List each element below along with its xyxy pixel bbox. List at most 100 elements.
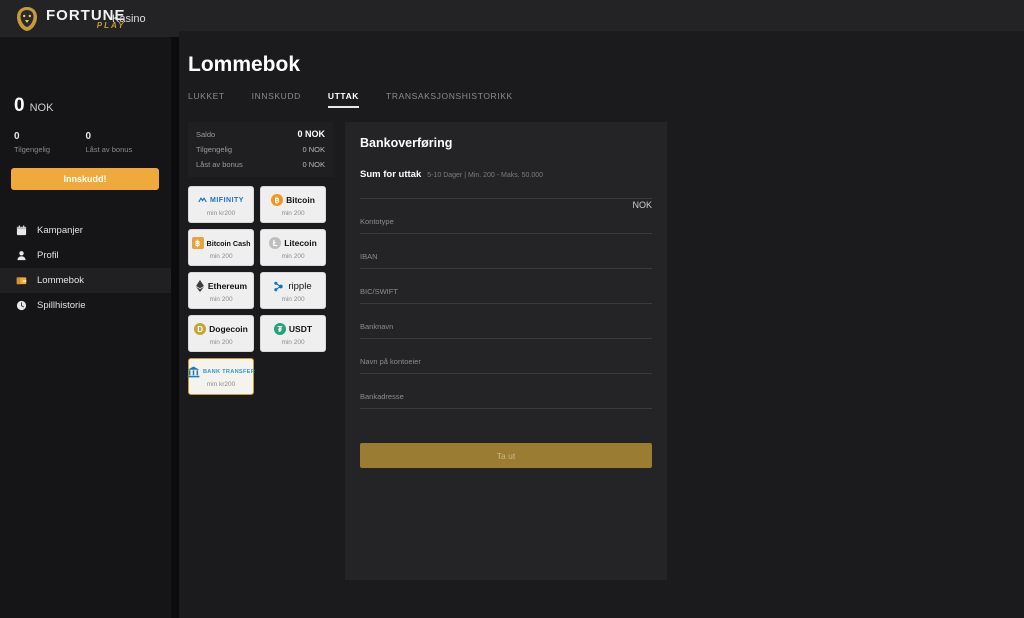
balance-row-tilgengelig: Tilgengelig 0 NOK <box>196 145 325 154</box>
sidebar-locked-label: Låst av bonus <box>85 145 133 154</box>
bic-swift-input[interactable] <box>360 292 652 302</box>
amount-field-wrap: NOK <box>360 187 652 210</box>
sidebar-item-profil[interactable]: Profil <box>0 243 171 268</box>
clock-icon <box>13 300 29 311</box>
deposit-button[interactable]: Innskudd! <box>11 168 159 190</box>
balance-row-label: Låst av bonus <box>196 160 243 169</box>
payment-method-min: min 200 <box>281 338 305 346</box>
page-title: Lommebok <box>188 53 301 76</box>
balance-row-label: Saldo <box>196 130 216 139</box>
mifinity-logo: MIFINITY <box>198 193 244 208</box>
tab-lukket[interactable]: LUKKET <box>188 91 225 108</box>
wallet-content: Saldo 0 NOK Tilgengelig 0 NOK Låst av bo… <box>179 108 1024 580</box>
sidebar-locked: 0 Låst av bonus <box>86 131 158 154</box>
payment-method-litecoin[interactable]: Ł Litecoin min 200 <box>260 229 326 266</box>
tab-uttak[interactable]: UTTAK <box>327 91 360 108</box>
tab-transaksjonshistorikk[interactable]: TRANSAKSJONSHISTORIKK <box>386 91 513 108</box>
sidebar-item-kampanjer[interactable]: Kampanjer <box>0 218 171 243</box>
payment-method-min: min kr200 <box>206 209 236 217</box>
amount-input[interactable] <box>360 187 652 197</box>
balance-row-label: Tilgengelig <box>196 145 232 154</box>
wallet-icon <box>13 275 29 286</box>
brand-logo[interactable]: FORTUNE PLAY <box>0 4 125 34</box>
amount-limits: 5-10 Dager | Min. 200 - Maks. 50.000 <box>427 172 544 179</box>
field-underline <box>360 408 652 409</box>
payment-method-bank-transfer[interactable]: BANK TRANSFER min kr200 <box>187 358 255 395</box>
form-title: Bankoverføring <box>360 136 453 150</box>
banknavn-input[interactable] <box>360 327 652 337</box>
bitcoin-icon: ฿ <box>271 194 284 206</box>
sidebar-balance: 0 NOK 0 Tilgengelig 0 Låst av bonus <box>0 37 171 154</box>
bitcoin-cash-icon: ฿ <box>191 237 204 249</box>
dogecoin-icon: D <box>194 323 207 335</box>
sidebar-balance-currency: NOK <box>29 102 54 114</box>
litecoin-icon: Ł <box>269 237 282 249</box>
withdrawal-form: Bankoverføring Sum for uttak 5-10 Dager … <box>345 122 667 580</box>
balance-card: Saldo 0 NOK Tilgengelig 0 NOK Låst av bo… <box>188 122 333 177</box>
balance-row-value: 0 NOK <box>297 129 325 139</box>
kontoeier-input[interactable] <box>360 362 652 372</box>
field-underline <box>360 198 652 199</box>
sidebar: 0 NOK 0 Tilgengelig 0 Låst av bonus Inns… <box>0 37 171 618</box>
field-underline <box>360 233 652 234</box>
sidebar-item-lommebok[interactable]: Lommebok <box>0 268 171 293</box>
iban-field-wrap: IBAN <box>360 252 652 269</box>
payment-method-usdt[interactable]: ₮ USDT min 200 <box>260 315 326 352</box>
sidebar-locked-value: 0 <box>85 131 92 142</box>
nav-item-kasino[interactable]: Kasino <box>112 13 146 25</box>
banknavn-field-wrap: Banknavn <box>360 322 652 339</box>
kontotype-input[interactable] <box>360 222 652 232</box>
payment-methods-list: MIFINITY min kr200 ฿ Bitcoin min 200 ฿ B… <box>187 186 333 395</box>
amount-section-header: Sum for uttak 5-10 Dager | Min. 200 - Ma… <box>360 169 652 180</box>
person-icon <box>13 250 29 261</box>
sidebar-item-label: Spillhistorie <box>37 300 86 311</box>
kontoeier-field-wrap: Navn på kontoeier <box>360 357 652 374</box>
balance-row-last-av-bonus: Låst av bonus 0 NOK <box>196 160 325 169</box>
sidebar-item-label: Kampanjer <box>37 225 83 236</box>
field-underline <box>360 338 652 339</box>
wallet-tabs: LUKKET INNSKUDD UTTAK TRANSAKSJONSHISTOR… <box>179 91 1024 108</box>
payment-method-ethereum[interactable]: Ethereum min 200 <box>188 272 254 309</box>
payment-method-ripple[interactable]: ripple min 200 <box>260 272 326 309</box>
sidebar-item-label: Profil <box>37 250 59 261</box>
sidebar-menu: Kampanjer Profil Lommebok Spillhistorie <box>0 218 171 318</box>
sidebar-item-label: Lommebok <box>37 275 84 286</box>
bankadresse-field-wrap: Bankadresse <box>360 392 652 409</box>
amount-currency: NOK <box>632 200 652 210</box>
sidebar-item-spillhistorie[interactable]: Spillhistorie <box>0 293 171 318</box>
payment-method-name: ripple <box>288 280 312 292</box>
sidebar-available-label: Tilgengelig <box>14 145 50 154</box>
payment-method-mifinity[interactable]: MIFINITY min kr200 <box>188 186 254 223</box>
payment-method-name: Ethereum <box>207 281 248 291</box>
main-panel: Lommebok LUKKET INNSKUDD UTTAK TRANSAKSJ… <box>179 31 1024 618</box>
payment-method-dogecoin[interactable]: D Dogecoin min 200 <box>188 315 254 352</box>
field-underline <box>360 268 652 269</box>
payment-method-bitcoin-cash[interactable]: ฿ Bitcoin Cash min 200 <box>188 229 254 266</box>
bic-swift-field-wrap: BIC/SWIFT <box>360 287 652 304</box>
payment-method-name: Bitcoin <box>286 195 315 205</box>
payment-method-name: Bitcoin Cash <box>206 238 251 248</box>
tab-innskudd[interactable]: INNSKUDD <box>252 91 301 108</box>
usdt-icon: ₮ <box>273 323 286 335</box>
bank-transfer-icon <box>187 366 200 378</box>
sidebar-balance-amount: 0 <box>14 95 25 116</box>
bankadresse-input[interactable] <box>360 397 652 407</box>
payment-method-bitcoin[interactable]: ฿ Bitcoin min 200 <box>260 186 326 223</box>
withdraw-submit-button[interactable]: Ta ut <box>360 443 652 468</box>
payment-method-min: min 200 <box>209 252 233 260</box>
ripple-icon <box>274 281 284 291</box>
ethereum-icon <box>195 280 204 292</box>
field-underline <box>360 373 652 374</box>
payment-method-name: MIFINITY <box>210 196 244 204</box>
lion-head-icon <box>17 6 37 31</box>
payment-method-min: min 200 <box>209 338 233 346</box>
payment-method-min: min 200 <box>281 295 305 303</box>
payment-method-min: min kr200 <box>206 381 236 388</box>
wallet-page: FORTUNE PLAY Kasino 0 NOK 0 Tilgengelig … <box>0 0 1024 618</box>
sidebar-available-value: 0 <box>14 131 20 142</box>
balance-row-value: 0 NOK <box>302 145 325 154</box>
balance-row-value: 0 NOK <box>302 160 325 169</box>
field-underline <box>360 303 652 304</box>
iban-input[interactable] <box>360 257 652 267</box>
balance-row-saldo: Saldo 0 NOK <box>196 129 325 139</box>
